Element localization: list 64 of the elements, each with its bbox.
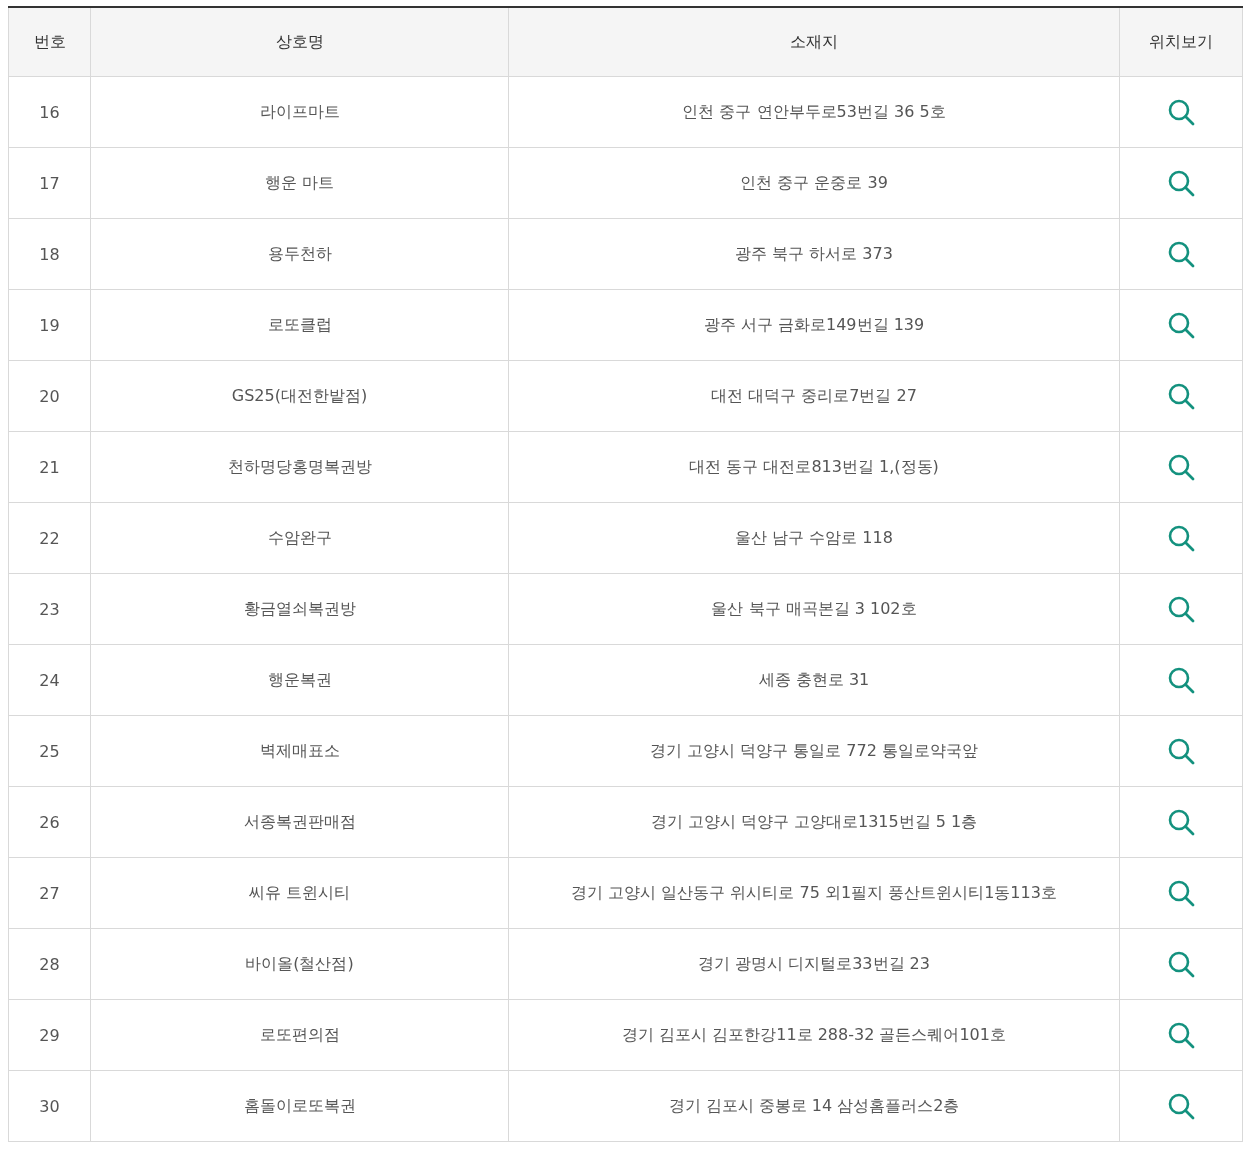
address-cell: 울산 북구 매곡본길 3 102호 <box>508 573 1120 645</box>
address-cell: 광주 북구 하서로 373 <box>508 218 1120 290</box>
address-cell: 경기 김포시 중봉로 14 삼성홈플러스2층 <box>508 1070 1120 1142</box>
search-icon[interactable] <box>1167 1092 1195 1120</box>
store-name-cell: 로또편의점 <box>90 999 509 1071</box>
store-name-cell: 서종복권판매점 <box>90 786 509 858</box>
number-cell: 28 <box>8 928 91 1000</box>
search-icon[interactable] <box>1167 524 1195 552</box>
address-cell: 경기 김포시 김포한강11로 288-32 골든스퀘어101호 <box>508 999 1120 1071</box>
store-name-cell: GS25(대전한밭점) <box>90 360 509 432</box>
store-name-cell: 행운복권 <box>90 644 509 716</box>
address-cell: 경기 고양시 일산동구 위시티로 75 외1필지 풍산트윈시티1동113호 <box>508 857 1120 929</box>
number-cell: 24 <box>8 644 91 716</box>
column-header: 위치보기 <box>1119 7 1243 77</box>
column-header: 상호명 <box>90 7 509 77</box>
store-name-cell: 행운 마트 <box>90 147 509 219</box>
store-name-cell: 씨유 트윈시티 <box>90 857 509 929</box>
address-cell: 인천 중구 운중로 39 <box>508 147 1120 219</box>
number-cell: 26 <box>8 786 91 858</box>
address-cell: 대전 대덕구 중리로7번길 27 <box>508 360 1120 432</box>
number-cell: 25 <box>8 715 91 787</box>
search-icon[interactable] <box>1167 453 1195 481</box>
column-header: 번호 <box>8 7 91 77</box>
number-cell: 17 <box>8 147 91 219</box>
store-name-cell: 천하명당홍명복권방 <box>90 431 509 503</box>
store-name-cell: 로또클럽 <box>90 289 509 361</box>
search-icon[interactable] <box>1167 666 1195 694</box>
search-icon[interactable] <box>1167 169 1195 197</box>
number-cell: 30 <box>8 1070 91 1142</box>
number-cell: 19 <box>8 289 91 361</box>
store-name-cell: 용두천하 <box>90 218 509 290</box>
number-cell: 23 <box>8 573 91 645</box>
address-cell: 경기 고양시 덕양구 통일로 772 통일로약국앞 <box>508 715 1120 787</box>
address-cell: 경기 광명시 디지털로33번길 23 <box>508 928 1120 1000</box>
address-cell: 광주 서구 금화로149번길 139 <box>508 289 1120 361</box>
store-name-cell: 황금열쇠복권방 <box>90 573 509 645</box>
store-name-cell: 수암완구 <box>90 502 509 574</box>
number-cell: 29 <box>8 999 91 1071</box>
search-icon[interactable] <box>1167 240 1195 268</box>
search-icon[interactable] <box>1167 950 1195 978</box>
search-icon[interactable] <box>1167 382 1195 410</box>
search-icon[interactable] <box>1167 595 1195 623</box>
address-cell: 세종 충현로 31 <box>508 644 1120 716</box>
number-cell: 20 <box>8 360 91 432</box>
search-icon[interactable] <box>1167 737 1195 765</box>
search-icon[interactable] <box>1167 311 1195 339</box>
store-name-cell: 바이올(철산점) <box>90 928 509 1000</box>
address-cell: 경기 고양시 덕양구 고양대로1315번길 5 1층 <box>508 786 1120 858</box>
number-cell: 21 <box>8 431 91 503</box>
address-cell: 울산 남구 수암로 118 <box>508 502 1120 574</box>
column-header: 소재지 <box>508 7 1120 77</box>
number-cell: 27 <box>8 857 91 929</box>
store-name-cell: 라이프마트 <box>90 76 509 148</box>
search-icon[interactable] <box>1167 879 1195 907</box>
store-name-cell: 홈돌이로또복권 <box>90 1070 509 1142</box>
search-icon[interactable] <box>1167 98 1195 126</box>
search-icon[interactable] <box>1167 1021 1195 1049</box>
number-cell: 16 <box>8 76 91 148</box>
number-cell: 18 <box>8 218 91 290</box>
search-icon[interactable] <box>1167 808 1195 836</box>
store-name-cell: 벽제매표소 <box>90 715 509 787</box>
address-cell: 대전 동구 대전로813번길 1,(정동) <box>508 431 1120 503</box>
address-cell: 인천 중구 연안부두로53번길 36 5호 <box>508 76 1120 148</box>
number-cell: 22 <box>8 502 91 574</box>
